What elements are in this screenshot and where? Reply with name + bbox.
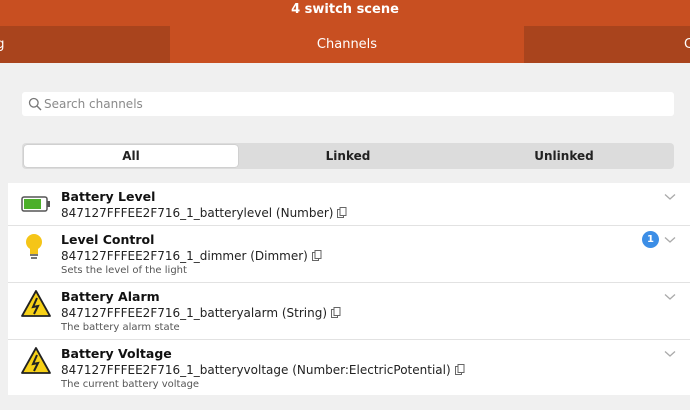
tab-channels[interactable]: Channels [170,26,524,63]
copy-icon[interactable] [311,250,322,261]
chevron-down-icon[interactable] [664,350,676,358]
warning-icon [21,347,51,374]
channel-item-battery-level[interactable]: Battery Level 847127FFFEE2F716_1_battery… [8,183,690,226]
filter-linked-button[interactable]: Linked [240,145,456,167]
warning-icon [21,290,51,317]
channel-description: The current battery voltage [61,379,200,390]
chevron-down-icon[interactable] [664,236,676,244]
filter-unlinked-button[interactable]: Unlinked [456,145,672,167]
channel-id-row: 847127FFFEE2F716_1_batteryvoltage (Numbe… [61,363,465,377]
search-box[interactable] [22,92,674,116]
filter-all-button[interactable]: All [24,145,238,167]
channel-title: Battery Voltage [61,346,172,361]
channel-item-battery-voltage[interactable]: Battery Voltage 847127FFFEE2F716_1_batte… [8,340,690,395]
channel-title: Battery Alarm [61,289,160,304]
window-title: 4 switch scene [0,0,690,26]
lightbulb-icon [26,234,42,259]
channel-description: Sets the level of the light [61,265,187,276]
channel-id-row: 847127FFFEE2F716_1_batterylevel (Number) [61,206,347,220]
chevron-down-icon[interactable] [664,193,676,201]
tab-previous[interactable]: ng [0,26,170,63]
copy-icon[interactable] [331,307,341,318]
channel-item-level-control[interactable]: Level Control 847127FFFEE2F716_1_dimmer … [8,226,690,283]
search-input[interactable] [44,92,664,116]
tab-next-label: C [684,37,690,52]
channel-id: 847127FFFEE2F716_1_dimmer (Dimmer) [61,249,308,263]
link-count-badge: 1 [642,231,659,248]
tab-next[interactable]: C [524,26,690,63]
channel-title: Level Control [61,232,155,247]
channel-id-row: 847127FFFEE2F716_1_batteryalarm (String) [61,306,341,320]
channel-description: The battery alarm state [61,322,180,333]
channel-id-row: 847127FFFEE2F716_1_dimmer (Dimmer) [61,249,322,263]
channel-title: Battery Level [61,189,156,204]
tab-bar: ng Channels C [0,26,690,63]
copy-icon[interactable] [337,207,347,218]
battery-icon [21,196,50,212]
channel-item-battery-alarm[interactable]: Battery Alarm 847127FFFEE2F716_1_battery… [8,283,690,340]
chevron-down-icon[interactable] [664,293,676,301]
channel-id: 847127FFFEE2F716_1_batteryalarm (String) [61,306,327,320]
channel-id: 847127FFFEE2F716_1_batteryvoltage (Numbe… [61,363,451,377]
channel-id: 847127FFFEE2F716_1_batterylevel (Number) [61,206,334,220]
channel-filter: All Linked Unlinked [22,143,674,169]
search-icon [28,97,42,111]
channel-list: Battery Level 847127FFFEE2F716_1_battery… [8,183,690,395]
tab-previous-label: ng [0,37,5,52]
copy-icon[interactable] [454,364,465,375]
